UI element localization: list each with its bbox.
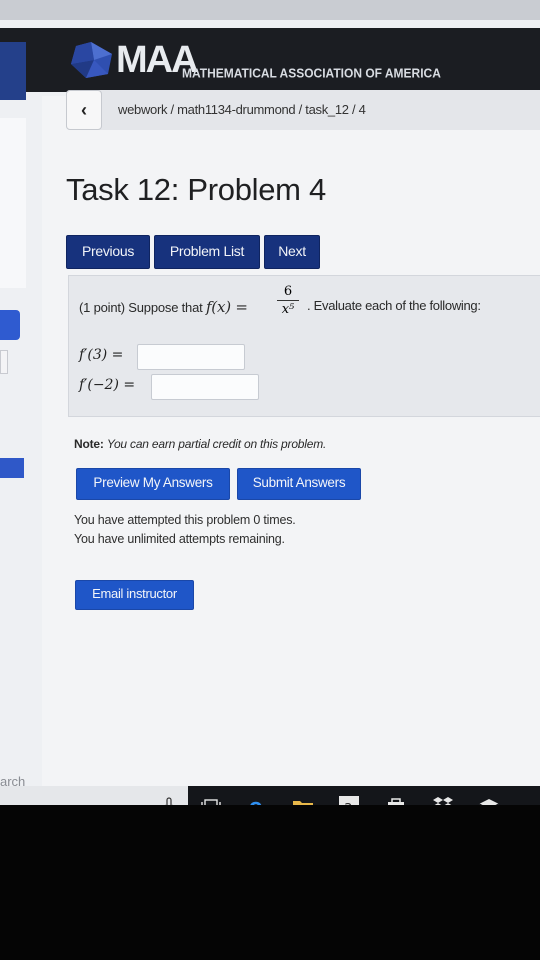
file-explorer-icon[interactable] [292,798,314,805]
site-header: MAA MATHEMATICAL ASSOCIATION OF AMERICA [0,28,540,100]
breadcrumb: ‹ webwork / math1134-drummond / task_12 … [66,90,540,130]
microphone-icon[interactable] [164,797,174,805]
taskbar-search-fragment[interactable]: arch [0,774,25,789]
email-instructor-button[interactable]: Email instructor [75,580,194,610]
fraction-numerator: 6 [283,284,293,299]
answer-label-2: f′(−2) = [79,377,136,393]
problem-instruction: . Evaluate each of the following: [307,298,481,313]
remaining-attempts-status: You have unlimited attempts remaining. [74,532,285,546]
header-accent [0,42,26,100]
next-button[interactable]: Next [264,235,320,269]
svg-text:e: e [249,796,263,805]
maa-logo-icon [71,42,112,78]
page-title: Task 12: Problem 4 [66,172,326,207]
mail-icon[interactable] [478,798,500,805]
breadcrumb-path[interactable]: webwork / math1134-drummond / task_12 / … [118,102,366,117]
screen: MAA MATHEMATICAL ASSOCIATION OF AMERICA … [0,20,540,805]
note-text: You can earn partial credit on this prob… [106,437,327,451]
preview-answers-button[interactable]: Preview My Answers [76,468,230,500]
problem-panel: (1 point) Suppose that f(x) = 6 x⁵ . Eva… [68,275,540,417]
answer-label-1: f′(3) = [79,347,124,363]
answer-input-2[interactable] [151,374,259,400]
note-label: Note: [74,437,104,451]
function-fraction: 6 x⁵ [277,284,299,317]
fraction-bar [277,300,299,301]
dropbox-icon[interactable] [432,796,454,805]
function-lhs: f(x) = [205,298,248,316]
previous-button[interactable]: Previous [66,235,150,269]
task-view-icon[interactable] [200,798,222,805]
logo-subtitle: MATHEMATICAL ASSOCIATION OF AMERICA [182,65,441,81]
partial-credit-note: Note: You can earn partial credit on thi… [74,437,326,451]
amazon-icon[interactable]: a [338,795,360,805]
problem-list-button[interactable]: Problem List [154,235,260,269]
answer-input-1[interactable] [137,344,245,370]
problem-intro-text: (1 point) Suppose that [79,300,203,315]
problem-intro: (1 point) Suppose that f(x) = [79,298,248,316]
left-window-tab[interactable] [0,310,20,340]
left-window-strip [0,118,26,288]
back-button[interactable]: ‹ [66,90,102,130]
fraction-denominator: x⁵ [281,302,295,317]
left-window-handle[interactable] [0,350,8,374]
left-window-button[interactable] [0,458,24,478]
store-icon[interactable] [386,796,406,805]
svg-text:a: a [344,799,353,805]
edge-icon[interactable]: e [248,796,268,805]
attempts-status: You have attempted this problem 0 times. [74,513,296,527]
submit-answers-button[interactable]: Submit Answers [237,468,361,500]
